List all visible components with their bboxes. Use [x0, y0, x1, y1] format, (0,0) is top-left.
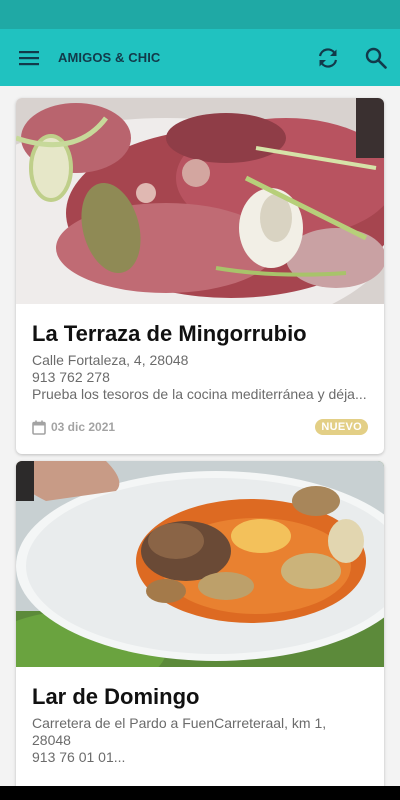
search-button[interactable]: [352, 29, 400, 86]
app-title: AMIGOS & CHIC: [58, 50, 161, 65]
date-text: 03 dic 2021: [51, 420, 116, 434]
restaurant-name: La Terraza de Mingorrubio: [32, 321, 307, 346]
restaurant-address: Carretera de el Pardo a FuenCarreteraal,…: [32, 715, 327, 748]
date-info: 03 dic 2021: [32, 420, 115, 435]
restaurant-card[interactable]: Lar de Domingo Carretera de el Pardo a F…: [16, 461, 384, 786]
status-bar: [0, 0, 400, 29]
restaurant-description: Prueba los tesoros de la cocina mediterr…: [32, 386, 367, 402]
search-icon: [365, 47, 387, 69]
menu-button[interactable]: [0, 29, 58, 86]
restaurant-phone: 913 76 01 01...: [32, 749, 126, 765]
calendar-icon: [32, 420, 46, 435]
system-nav-bar: [0, 786, 400, 800]
restaurant-feed[interactable]: La Terraza de Mingorrubio Calle Fortalez…: [0, 86, 400, 786]
restaurant-photo: [16, 461, 384, 667]
restaurant-name: Lar de Domingo: [32, 684, 200, 709]
status-badge: NUEVO: [315, 419, 368, 435]
refresh-icon: [318, 47, 338, 68]
restaurant-photo: [16, 98, 384, 304]
refresh-button[interactable]: [304, 29, 352, 86]
restaurant-card[interactable]: La Terraza de Mingorrubio Calle Fortalez…: [16, 98, 384, 454]
restaurant-phone: 913 762 278: [32, 369, 110, 385]
restaurant-address: Calle Fortaleza, 4, 28048: [32, 352, 189, 368]
meat-dish-photo: [16, 98, 384, 304]
menu-icon: [19, 50, 39, 65]
clam-stew-photo: [16, 461, 384, 667]
card-footer: 03 dic 2021 NUEVO: [32, 419, 368, 435]
app-bar: AMIGOS & CHIC: [0, 29, 400, 86]
